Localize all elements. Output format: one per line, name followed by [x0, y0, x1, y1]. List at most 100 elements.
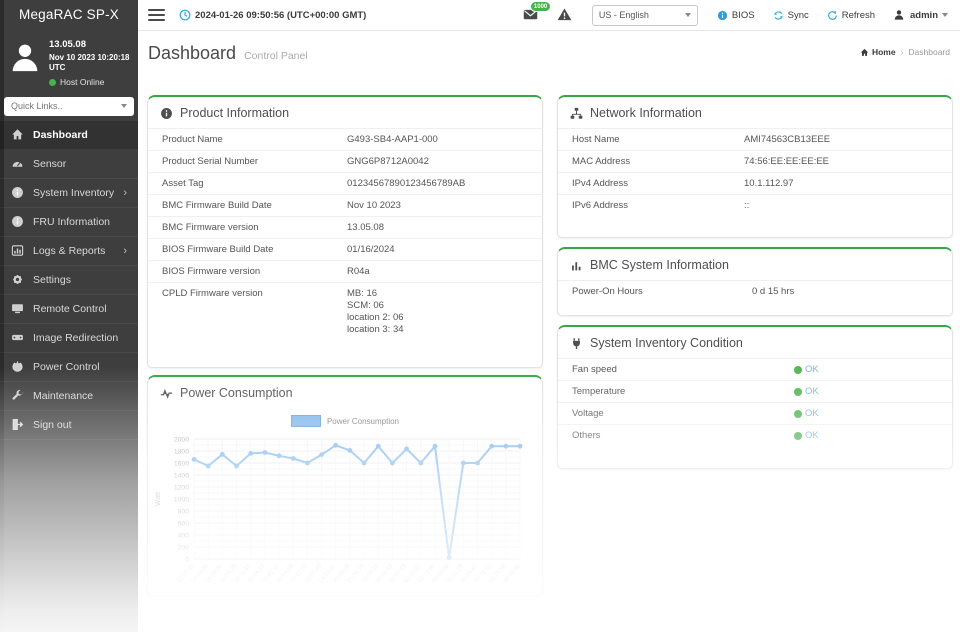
breadcrumb-separator: › — [901, 47, 904, 57]
sidebar-item-label: Power Control — [33, 361, 100, 373]
gear-icon — [11, 273, 24, 286]
system-inventory-condition-panel: System Inventory Condition Fan speedOKTe… — [557, 325, 953, 469]
sidebar-item-label: Logs & Reports — [33, 245, 105, 257]
signout-icon — [11, 418, 24, 431]
clock-icon — [179, 9, 191, 21]
product-info-row: BMC Firmware Build DateNov 10 2023 — [148, 194, 542, 216]
row-value: 01234567890123456789AB — [347, 178, 465, 189]
sidebar-item-sensor[interactable]: Sensor — [0, 150, 138, 179]
datetime-text: 2024-01-26 09:50:56 (UTC+00:00 GMT) — [195, 10, 366, 21]
row-label: Product Serial Number — [162, 156, 347, 167]
row-value: :: — [744, 200, 749, 211]
svg-text:1600: 1600 — [174, 460, 189, 467]
status-badge: OK — [794, 364, 819, 375]
row-label: Voltage — [572, 408, 794, 419]
row-label: BIOS Firmware version — [162, 266, 347, 277]
bmc-system-information-panel: BMC System Information Power-On Hours0 d… — [557, 247, 953, 316]
bar-chart-icon — [570, 259, 583, 272]
sync-icon — [773, 10, 784, 21]
row-label: Power-On Hours — [572, 286, 752, 297]
chevron-down-icon — [685, 13, 691, 17]
network-info-row: IPv4 Address10.1.112.97 — [558, 172, 952, 194]
alerts-button[interactable] — [557, 7, 573, 23]
username: admin — [910, 10, 938, 21]
svg-text:800: 800 — [178, 508, 190, 515]
svg-text:400: 400 — [178, 532, 190, 539]
home-icon — [11, 128, 24, 141]
bios-button[interactable]: BIOS — [717, 10, 755, 21]
product-info-row: Asset Tag01234567890123456789AB — [148, 172, 542, 194]
svg-text:1800: 1800 — [174, 448, 189, 455]
refresh-label: Refresh — [842, 10, 875, 21]
product-info-row: Product NameG493-SB4-AAP1-000 — [148, 128, 542, 150]
hamburger-menu-icon[interactable] — [148, 6, 165, 24]
language-select[interactable]: US - English — [592, 5, 698, 26]
status-ok-dot-icon — [794, 388, 802, 396]
status-badge: OK — [794, 408, 819, 419]
breadcrumb-home-link[interactable]: Home — [872, 47, 896, 57]
sidebar-item-sign-out[interactable]: Sign out — [0, 411, 138, 440]
sidebar-item-label: System Inventory — [33, 187, 114, 199]
product-info-row: BMC Firmware version13.05.08 — [148, 216, 542, 238]
network-info-row: IPv6 Address:: — [558, 194, 952, 216]
inventory-condition-row: OthersOK — [558, 424, 952, 446]
network-information-panel: Network Information Host NameAMI74563CB1… — [557, 95, 953, 238]
row-label: CPLD Firmware version — [162, 288, 347, 299]
monitor-icon — [11, 302, 24, 315]
product-info-row: CPLD Firmware versionMB: 16SCM: 06locati… — [148, 282, 542, 341]
svg-text:200: 200 — [178, 544, 190, 551]
svg-text:2000: 2000 — [174, 436, 189, 443]
status-ok-dot-icon — [794, 410, 802, 418]
status-ok-text: OK — [805, 430, 819, 441]
svg-text:1200: 1200 — [174, 484, 189, 491]
sidebar-item-dashboard[interactable]: Dashboard — [0, 121, 138, 150]
system-datetime: 2024-01-26 09:50:56 (UTC+00:00 GMT) — [179, 9, 366, 21]
power-consumption-chart: 020040060080010001200140016001800200012:… — [148, 429, 542, 596]
sidebar-scrollbar[interactable] — [0, 0, 4, 632]
row-label: MAC Address — [572, 156, 744, 167]
messages-button[interactable]: 1000 — [523, 7, 539, 23]
pulse-icon — [160, 387, 173, 400]
sidebar-item-label: Sensor — [33, 158, 66, 170]
row-label: Host Name — [572, 134, 744, 145]
sidebar-item-remote-control[interactable]: Remote Control — [0, 295, 138, 324]
sidebar-item-power-control[interactable]: Power Control — [0, 353, 138, 382]
status-ok-text: OK — [805, 364, 819, 375]
firmware-version: 13.05.08 — [49, 39, 135, 51]
refresh-button[interactable]: Refresh — [827, 10, 875, 21]
row-label: BMC Firmware version — [162, 222, 347, 233]
row-value: MB: 16SCM: 06location 2: 06location 3: 3… — [347, 288, 404, 336]
row-value: Nov 10 2023 — [347, 200, 401, 211]
power-consumption-panel: Power Consumption Power Consumption 0200… — [147, 375, 543, 596]
sidebar-item-fru-information[interactable]: FRU Information — [0, 208, 138, 237]
home-icon — [860, 48, 869, 57]
chevron-down-icon — [121, 104, 127, 108]
product-info-row: BIOS Firmware versionR04a — [148, 260, 542, 282]
sidebar-item-system-inventory[interactable]: System Inventory› — [0, 179, 138, 208]
product-information-panel: Product Information Product NameG493-SB4… — [147, 95, 543, 368]
status-badge: OK — [794, 430, 819, 441]
sidebar-item-settings[interactable]: Settings — [0, 266, 138, 295]
panel-title: System Inventory Condition — [590, 336, 743, 350]
row-label: Product Name — [162, 134, 347, 145]
sync-button[interactable]: Sync — [773, 10, 809, 21]
info-icon — [717, 10, 728, 21]
quick-links-placeholder: Quick Links.. — [11, 101, 63, 111]
sidebar: MegaRAC SP-X 13.05.08 Nov 10 2023 10:20:… — [0, 0, 138, 632]
row-label: Fan speed — [572, 364, 794, 375]
sidebar-item-image-redirection[interactable]: Image Redirection — [0, 324, 138, 353]
product-info-row: Product Serial NumberGNG6P8712A0042 — [148, 150, 542, 172]
status-ok-text: OK — [805, 408, 819, 419]
firmware-build-date: Nov 10 2023 10:20:18 UTC — [49, 53, 135, 73]
page-header: Dashboard Control Panel Home › Dashboard — [138, 30, 960, 86]
refresh-icon — [827, 10, 838, 21]
legend-label: Power Consumption — [327, 417, 399, 426]
user-menu-button[interactable]: admin — [893, 9, 948, 21]
quick-links-select[interactable]: Quick Links.. — [4, 97, 134, 116]
panel-title: BMC System Information — [590, 258, 729, 272]
sidebar-item-logs-reports[interactable]: Logs & Reports › — [0, 237, 138, 266]
row-label: IPv4 Address — [572, 178, 744, 189]
sidebar-item-maintenance[interactable]: Maintenance — [0, 382, 138, 411]
chevron-right-icon: › — [123, 245, 127, 257]
row-label: IPv6 Address — [572, 200, 744, 211]
